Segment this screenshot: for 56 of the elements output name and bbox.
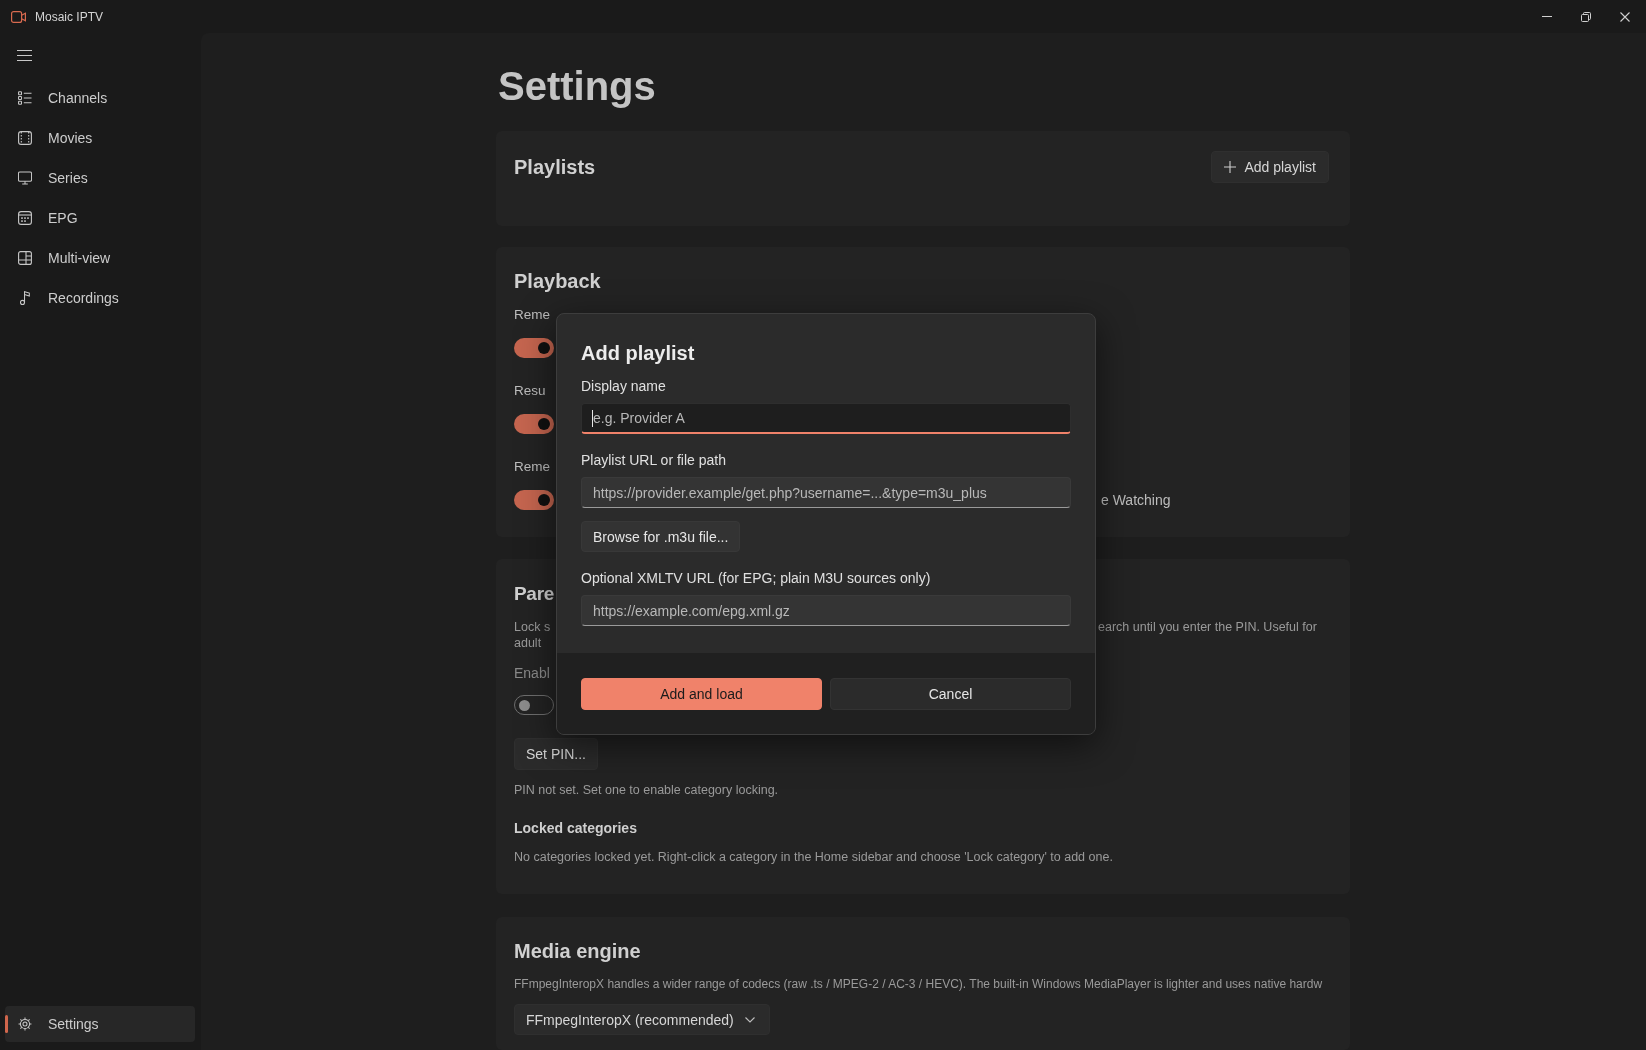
dialog-title: Add playlist bbox=[581, 341, 695, 366]
text-cursor-icon bbox=[592, 410, 593, 427]
section-heading: Pare bbox=[514, 582, 554, 606]
calendar-icon bbox=[18, 211, 32, 225]
description-text: Lock s bbox=[514, 619, 551, 635]
nav-item[interactable]: Channels bbox=[5, 80, 195, 116]
description-text: adult bbox=[514, 635, 542, 651]
restore-icon[interactable] bbox=[1581, 11, 1591, 22]
browse-button[interactable]: Browse for .m3u file... bbox=[581, 521, 741, 552]
description-text: FFmpegInteropX handles a wider range of codecs (raw .ts / MPEG-2 / AC-3 / HEVC). The built-in Windows MediaPlayer is lighter and uses native hardw bbox=[514, 976, 1323, 993]
plus-icon bbox=[1224, 161, 1237, 173]
field-label: Optional XMLTV URL (for EPG; plain M3U sources only) bbox=[581, 569, 931, 588]
input-field[interactable]: https://provider.example/get.php?username=...&type=m3u_plus bbox=[581, 477, 1071, 508]
nav-item[interactable]: EPG bbox=[5, 200, 195, 236]
nav-item[interactable]: Series bbox=[5, 160, 195, 196]
toggle-switch[interactable] bbox=[514, 490, 554, 510]
list-icon bbox=[18, 91, 32, 105]
nav-item[interactable]: Multi-view bbox=[5, 240, 195, 276]
film-icon bbox=[18, 131, 32, 145]
nav-item[interactable]: Settings bbox=[5, 1006, 195, 1042]
empty-state-text: No categories locked yet. Right-click a category in the Home sidebar and choose 'Lock category' to add one. bbox=[514, 849, 1113, 866]
toggle-switch[interactable] bbox=[514, 338, 554, 358]
video-camera-icon bbox=[11, 10, 26, 23]
field-label: Display name bbox=[581, 377, 666, 396]
nav-item[interactable]: Recordings bbox=[5, 280, 195, 316]
cancel-button[interactable]: Cancel bbox=[830, 678, 1071, 710]
section-heading: Media engine bbox=[514, 939, 641, 964]
monitor-icon bbox=[18, 171, 32, 185]
settings-icon bbox=[18, 1017, 32, 1031]
set-pin-button[interactable]: Set PIN... bbox=[514, 738, 598, 770]
setting-label: Resu bbox=[514, 382, 546, 400]
engine-dropdown[interactable]: FFmpegInteropX (recommended) bbox=[514, 1004, 770, 1035]
add-playlist-button[interactable]: Add playlist bbox=[1211, 151, 1329, 183]
grid-layout-icon bbox=[18, 251, 32, 265]
input-field[interactable]: e.g. Provider A bbox=[581, 403, 1071, 434]
input-field[interactable]: https://example.com/epg.xml.gz bbox=[581, 595, 1071, 626]
setting-label: Reme bbox=[514, 458, 550, 476]
selection-indicator bbox=[5, 1015, 8, 1033]
music-note-icon bbox=[18, 291, 32, 305]
window-title: Mosaic IPTV bbox=[35, 8, 103, 25]
menu-icon[interactable] bbox=[17, 50, 32, 61]
description-text: earch until you enter the PIN. Useful for bbox=[1098, 619, 1317, 635]
subsection-heading: Locked categories bbox=[514, 819, 637, 838]
setting-text: e Watching bbox=[1101, 491, 1171, 510]
page-title: Settings bbox=[497, 63, 656, 110]
close-icon[interactable] bbox=[1620, 11, 1630, 22]
setting-label: Enabl bbox=[514, 664, 550, 683]
nav-item[interactable]: Movies bbox=[5, 120, 195, 156]
pin-status-text: PIN not set. Set one to enable category locking. bbox=[514, 782, 779, 799]
add-and-load-button[interactable]: Add and load bbox=[581, 678, 822, 710]
setting-label: Reme bbox=[514, 306, 550, 324]
section-heading: Playlists bbox=[514, 155, 596, 180]
section-heading: Playback bbox=[514, 269, 601, 294]
toggle-switch[interactable] bbox=[514, 414, 554, 434]
chevron-down-icon bbox=[745, 1016, 755, 1023]
field-label: Playlist URL or file path bbox=[581, 451, 726, 470]
